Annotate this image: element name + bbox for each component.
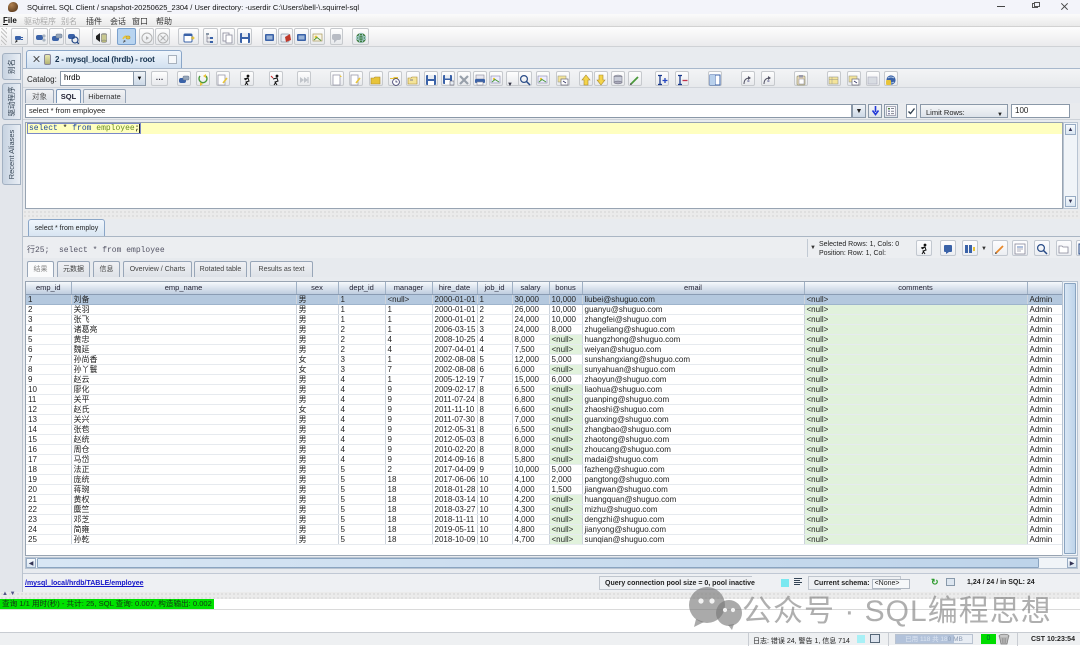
svg-text:°: ° [747, 79, 750, 86]
svg-text:°: ° [767, 79, 770, 86]
